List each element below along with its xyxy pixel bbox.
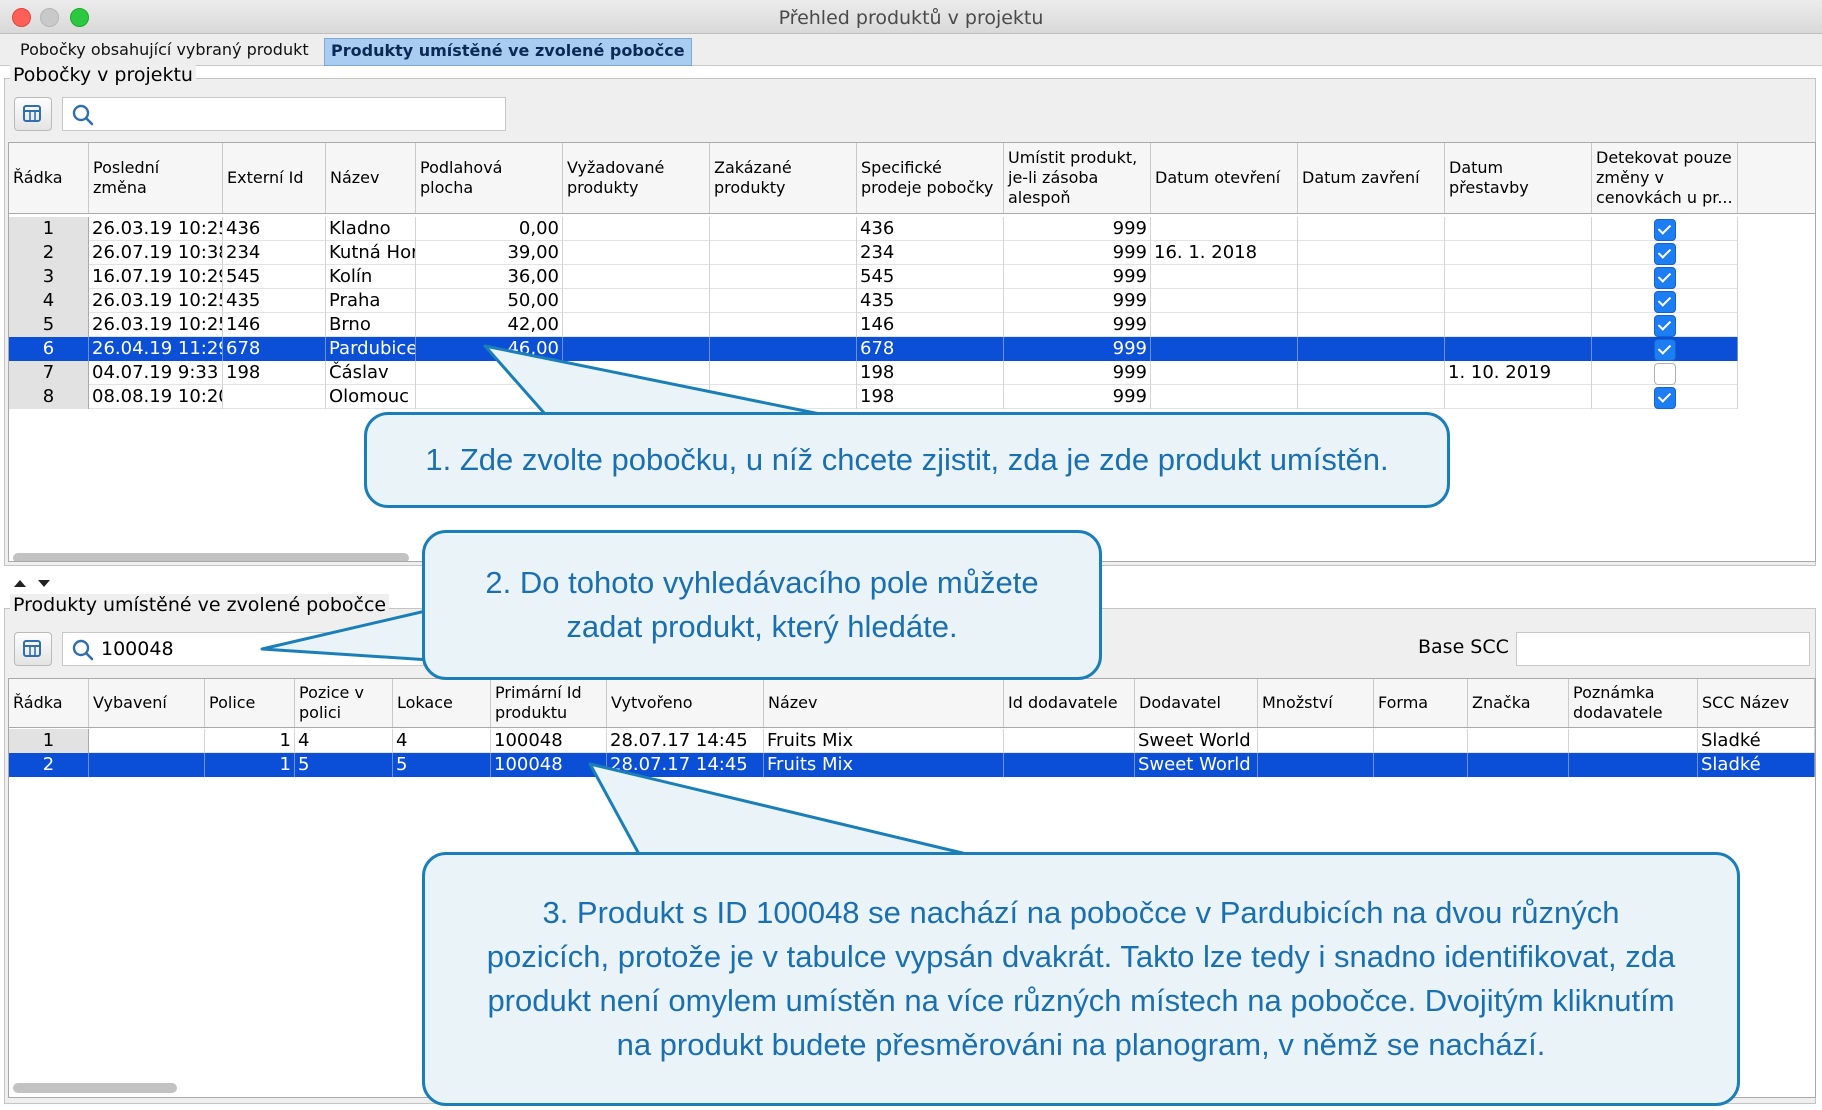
callout-1: 1. Zde zvolte pobočku, u níž chcete zjis… [364, 412, 1450, 508]
callout-3-pointer [588, 762, 977, 858]
callout-1-pointer [483, 344, 822, 416]
callout-2-pointer [260, 608, 432, 662]
callout-3: 3. Produkt s ID 100048 se nachází na pob… [422, 852, 1740, 1106]
callout-2: 2. Do tohoto vyhledávacího pole můžete z… [422, 530, 1102, 680]
